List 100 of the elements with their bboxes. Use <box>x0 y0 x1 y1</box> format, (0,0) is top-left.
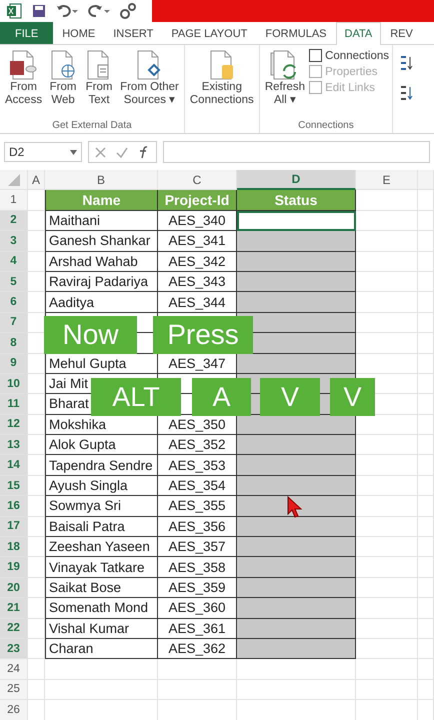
row-header[interactable]: 24 <box>0 659 28 680</box>
column-header[interactable] <box>418 170 434 190</box>
empty-cell[interactable] <box>356 659 418 680</box>
empty-cell[interactable] <box>28 455 45 476</box>
empty-cell[interactable] <box>45 680 158 700</box>
formula-input[interactable] <box>163 141 430 163</box>
status-cell[interactable] <box>237 638 356 660</box>
status-cell[interactable] <box>237 537 356 558</box>
empty-cell[interactable] <box>28 598 45 619</box>
empty-cell[interactable] <box>418 537 434 558</box>
empty-cell[interactable] <box>28 618 45 639</box>
status-cell[interactable] <box>237 476 356 496</box>
empty-cell[interactable] <box>418 374 434 394</box>
empty-cell[interactable] <box>418 354 434 374</box>
status-cell[interactable] <box>237 496 356 517</box>
row-header[interactable]: 15 <box>0 476 28 496</box>
empty-cell[interactable] <box>418 210 434 232</box>
empty-cell[interactable] <box>418 578 434 598</box>
status-cell[interactable] <box>237 618 356 639</box>
status-cell[interactable] <box>237 455 356 476</box>
ribbon-tab[interactable]: HOME <box>53 22 104 44</box>
row-header[interactable]: 8 <box>0 333 28 354</box>
empty-cell[interactable] <box>28 476 45 496</box>
ribbon-tab[interactable]: REV <box>381 22 422 44</box>
status-cell[interactable] <box>237 272 356 292</box>
cancel-icon[interactable] <box>95 146 106 158</box>
row-header[interactable]: 2 <box>0 210 28 232</box>
touch-mode-icon[interactable] <box>120 3 136 19</box>
row-header[interactable]: 23 <box>0 638 28 660</box>
status-cell[interactable] <box>237 414 356 436</box>
empty-cell[interactable] <box>418 292 434 313</box>
empty-cell[interactable] <box>418 516 434 538</box>
empty-cell[interactable] <box>418 333 434 354</box>
empty-cell[interactable] <box>418 476 434 496</box>
status-cell[interactable] <box>237 557 356 578</box>
sort-ascending-icon[interactable] <box>399 55 414 71</box>
row-header[interactable]: 21 <box>0 598 28 619</box>
empty-cell[interactable] <box>158 659 237 680</box>
row-header[interactable]: 14 <box>0 455 28 476</box>
select-all-icon[interactable] <box>8 174 20 186</box>
row-header[interactable]: 11 <box>0 394 28 415</box>
row-header[interactable]: 16 <box>0 496 28 517</box>
row-header[interactable]: 1 <box>0 190 28 211</box>
status-cell[interactable] <box>237 435 356 456</box>
empty-cell[interactable] <box>28 680 45 700</box>
empty-cell[interactable] <box>28 414 45 436</box>
sort-descending-icon[interactable] <box>399 85 414 101</box>
empty-cell[interactable] <box>28 557 45 578</box>
empty-cell[interactable] <box>418 312 434 334</box>
empty-cell[interactable] <box>28 272 45 292</box>
ribbon-button[interactable]: From Text <box>82 49 116 120</box>
empty-cell[interactable] <box>28 231 45 252</box>
empty-cell[interactable] <box>45 659 158 680</box>
ribbon-tab[interactable]: DATA <box>336 22 382 45</box>
row-header[interactable]: 22 <box>0 618 28 639</box>
empty-cell[interactable] <box>356 680 418 700</box>
row-header[interactable]: 12 <box>0 414 28 436</box>
status-cell[interactable] <box>237 252 356 272</box>
row-header[interactable]: 20 <box>0 578 28 598</box>
empty-cell[interactable] <box>28 252 45 272</box>
empty-cell[interactable] <box>28 394 45 415</box>
ribbon-button[interactable]: From Access <box>3 49 44 120</box>
ribbon-button[interactable]: From Other Sources ▾ <box>118 49 181 120</box>
empty-cell[interactable] <box>28 638 45 660</box>
status-cell[interactable] <box>237 516 356 538</box>
name-box[interactable]: D2 <box>4 142 82 162</box>
row-header[interactable]: 25 <box>0 680 28 700</box>
empty-cell[interactable] <box>28 210 45 232</box>
ribbon-button[interactable]: Refresh All ▾ <box>262 49 308 120</box>
empty-cell[interactable] <box>237 659 356 680</box>
empty-cell[interactable] <box>418 455 434 476</box>
row-header[interactable]: 26 <box>0 700 28 720</box>
undo-icon[interactable] <box>56 4 78 18</box>
row-header[interactable]: 3 <box>0 231 28 252</box>
row-header[interactable]: 5 <box>0 272 28 292</box>
status-cell[interactable] <box>237 292 356 313</box>
row-header[interactable]: 4 <box>0 252 28 272</box>
check-icon[interactable] <box>116 146 128 158</box>
row-header[interactable]: 17 <box>0 516 28 538</box>
empty-cell[interactable] <box>158 680 237 700</box>
column-header[interactable]: E <box>356 170 418 190</box>
column-header[interactable]: C <box>158 170 237 190</box>
row-header[interactable]: 18 <box>0 537 28 558</box>
empty-cell[interactable] <box>418 272 434 292</box>
status-cell[interactable] <box>237 578 356 598</box>
ribbon-tab[interactable]: PAGE LAYOUT <box>162 22 256 44</box>
empty-cell[interactable] <box>28 659 45 680</box>
status-cell[interactable] <box>237 598 356 619</box>
empty-cell[interactable] <box>418 618 434 639</box>
ribbon-button[interactable]: From Web <box>46 49 80 120</box>
ribbon-tab[interactable]: FILE <box>0 22 54 44</box>
row-header[interactable]: 7 <box>0 312 28 334</box>
empty-cell[interactable] <box>418 435 434 456</box>
column-header[interactable]: B <box>45 170 158 190</box>
save-icon[interactable] <box>32 4 46 18</box>
column-header[interactable]: A <box>28 170 45 190</box>
empty-cell[interactable] <box>418 598 434 619</box>
ribbon-button[interactable]: Existing Connections <box>188 49 256 131</box>
empty-cell[interactable] <box>418 394 434 415</box>
empty-cell[interactable] <box>237 680 356 700</box>
